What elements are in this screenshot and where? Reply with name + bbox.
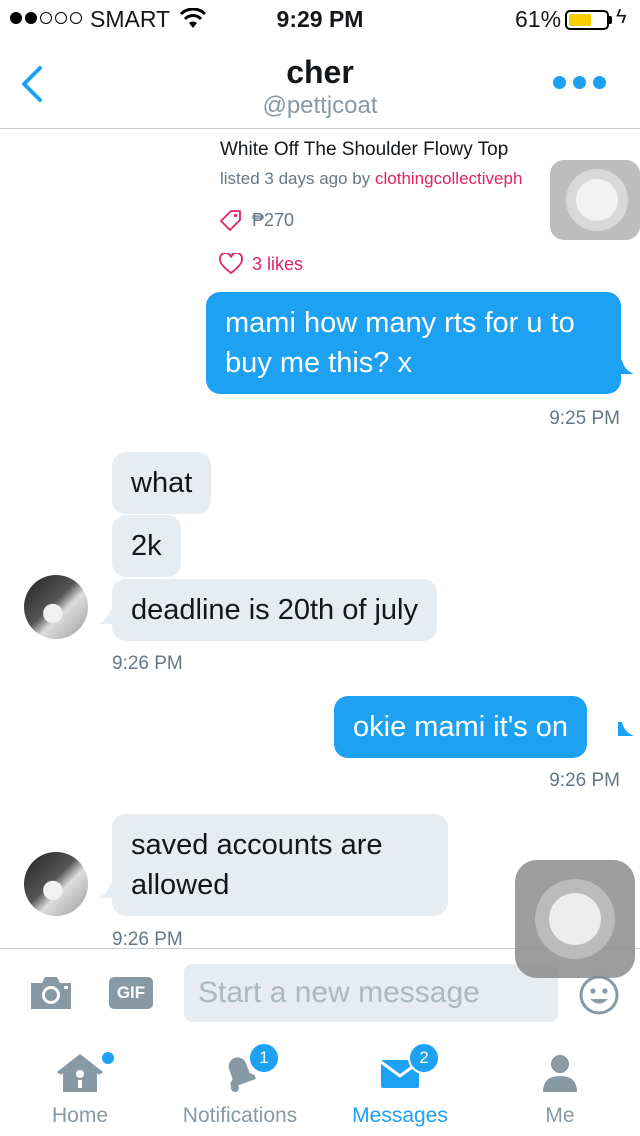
message-bubble-incoming[interactable]: saved accounts are allowed [112, 814, 448, 916]
tab-me-label: Me [545, 1104, 575, 1127]
messages-badge: 2 [408, 1042, 440, 1074]
timestamp: 9:25 PM [549, 408, 620, 429]
battery-percent: 61% [515, 6, 562, 32]
person-icon [543, 1055, 577, 1092]
more-icon[interactable] [553, 76, 606, 89]
bubble-tail [98, 884, 114, 898]
avatar[interactable] [24, 852, 88, 916]
price-tag-icon [219, 209, 243, 236]
tab-home-label: Home [51, 1104, 109, 1127]
tab-messages-label: Messages [352, 1104, 448, 1127]
battery-icon [565, 10, 609, 30]
home-icon [57, 1054, 103, 1092]
product-price: ₱270 [252, 210, 295, 230]
status-bar: SMART 9:29 PM 61% ϟ [0, 0, 640, 40]
timestamp: 9:26 PM [112, 653, 183, 674]
listed-text: listed 3 days ago by [220, 169, 375, 188]
gif-button[interactable]: GIF [109, 977, 153, 1009]
product-likes[interactable]: 3 likes [252, 254, 303, 275]
tab-notifications-label: Notifications [182, 1104, 298, 1127]
bubble-tail [98, 610, 114, 624]
message-bubble-incoming[interactable]: deadline is 20th of july [112, 579, 437, 641]
conversation-handle[interactable]: @pettjcoat [0, 92, 640, 120]
seller-link[interactable]: clothingcollectiveph [375, 169, 522, 188]
message-bubble-incoming[interactable]: what [112, 452, 212, 514]
product-title[interactable]: White Off The Shoulder Flowy Top [220, 139, 508, 161]
conversation-name[interactable]: cher [0, 54, 640, 91]
nav-divider [0, 128, 640, 129]
notifications-badge: 1 [248, 1042, 280, 1074]
message-bubble-outgoing[interactable]: okie mami it's on [334, 696, 588, 758]
timestamp: 9:26 PM [549, 770, 620, 791]
heart-icon[interactable] [219, 252, 243, 280]
camera-icon[interactable] [28, 974, 74, 1017]
message-bubble-outgoing[interactable]: mami how many rts for u to buy me this? … [206, 292, 621, 394]
assistive-touch-button[interactable] [515, 860, 635, 978]
message-input[interactable] [184, 964, 558, 1022]
message-bubble-incoming[interactable]: 2k [112, 515, 181, 577]
bubble-tail [618, 722, 634, 736]
home-notification-dot [102, 1052, 114, 1064]
emoji-icon[interactable] [578, 974, 620, 1021]
bubble-tail [618, 360, 634, 374]
charging-icon: ϟ [616, 6, 627, 28]
product-meta: listed 3 days ago by clothingcollectivep… [220, 169, 522, 189]
product-image[interactable] [550, 160, 640, 240]
avatar[interactable] [24, 575, 88, 639]
